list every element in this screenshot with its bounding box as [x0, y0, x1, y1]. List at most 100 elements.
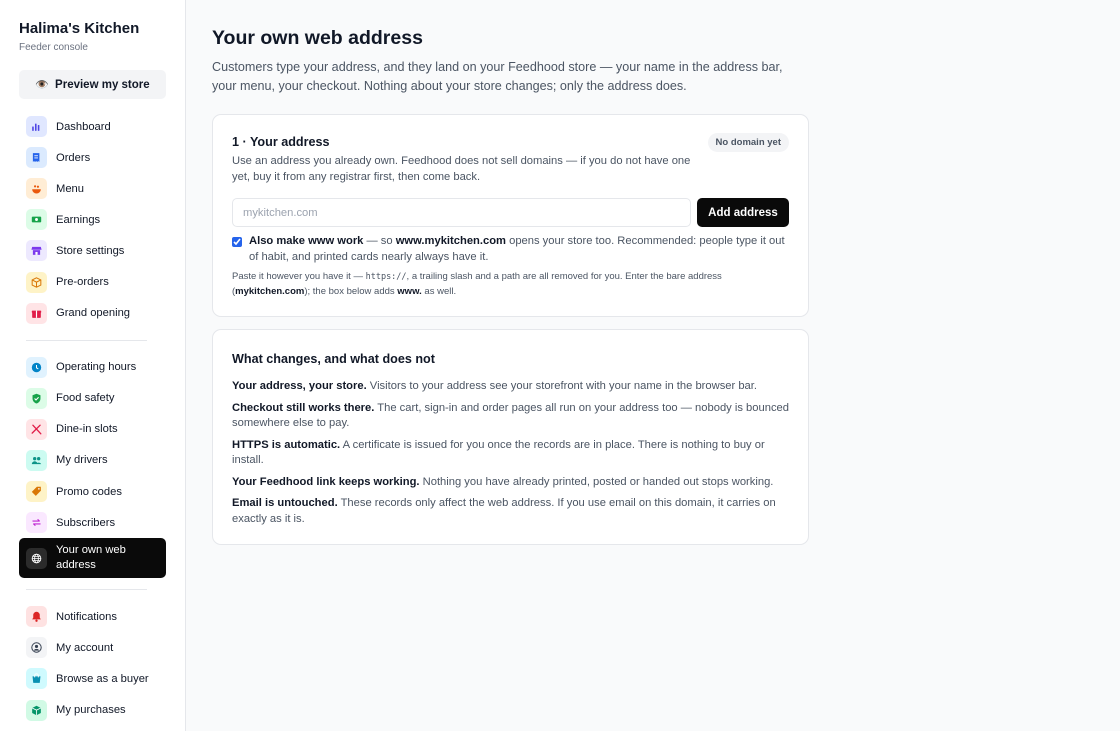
sidebar-item-grand-opening[interactable]: Grand opening: [19, 298, 166, 329]
fact-item: Checkout still works there. The cart, si…: [232, 401, 789, 432]
address-input-row: Add address: [232, 198, 789, 227]
sidebar-item-label: Subscribers: [56, 516, 116, 529]
sidebar-item-label: Food safety: [56, 392, 115, 405]
sidebar-item-label: Promo codes: [56, 485, 122, 498]
sidebar-item-notifications[interactable]: Notifications: [19, 601, 166, 632]
nav-divider: [26, 589, 147, 591]
fact-item: Email is untouched. These records only a…: [232, 496, 789, 527]
fact-item: Your address, your store. Visitors to yo…: [232, 379, 789, 395]
sidebar-item-food-safety[interactable]: Food safety: [19, 383, 166, 414]
store-icon: [26, 240, 47, 262]
bar-chart-icon: [26, 116, 47, 138]
sidebar: Halima's Kitchen Feeder console 👁️ Previ…: [0, 0, 186, 731]
package-icon: [26, 699, 47, 721]
status-badge: No domain yet: [707, 133, 789, 152]
sidebar-item-promo-codes[interactable]: Promo codes: [19, 476, 166, 507]
help-www: www.: [397, 285, 422, 297]
sidebar-item-label: My purchases: [56, 704, 126, 717]
people-icon: [26, 449, 47, 471]
nav-group: Dashboard Orders Menu Earnings Store setting…: [19, 111, 166, 329]
sidebar-item-my-drivers[interactable]: My drivers: [19, 445, 166, 476]
shopping-bag-icon: [26, 668, 47, 690]
globe-icon: [26, 547, 47, 569]
fact-title: HTTPS is automatic.: [232, 438, 341, 451]
sidebar-item-store-settings[interactable]: Store settings: [19, 235, 166, 266]
sidebar-item-label: Menu: [56, 182, 84, 195]
sidebar-item-operating-hours[interactable]: Operating hours: [19, 352, 166, 383]
sidebar-item-label: Browse as a buyer: [56, 672, 149, 685]
changes-card: What changes, and what does not Your add…: [212, 329, 809, 545]
www-option: Also make www work — so www.mykitchen.co…: [232, 234, 789, 265]
nav-group: Notifications My account Browse as a buyer…: [19, 601, 166, 725]
sidebar-item-label: Pre-orders: [56, 276, 109, 289]
gift-icon: [26, 302, 47, 324]
tag-icon: [26, 481, 47, 503]
fact-title: Your Feedhood link keeps working.: [232, 475, 420, 488]
sidebar-nav: Dashboard Orders Menu Earnings Store setting…: [19, 111, 166, 726]
address-card-title: 1 · Your address: [232, 135, 330, 149]
food-icon: [26, 178, 47, 200]
help-example-domain: mykitchen.com: [235, 285, 305, 297]
www-option-title: Also make www work: [249, 235, 364, 247]
main-content: Your own web address Customers type your…: [212, 26, 809, 545]
receipt-icon: [26, 147, 47, 169]
sidebar-item-label: My drivers: [56, 454, 108, 467]
www-option-label: Also make www work — so www.mykitchen.co…: [249, 234, 789, 265]
sidebar-item-my-purchases[interactable]: My purchases: [19, 695, 166, 726]
sidebar-item-orders[interactable]: Orders: [19, 142, 166, 173]
user-circle-icon: [26, 637, 47, 659]
fact-text: Nothing you have already printed, posted…: [419, 475, 774, 488]
help-code: https://: [365, 272, 407, 282]
sidebar-item-label: Notifications: [56, 610, 117, 623]
www-checkbox[interactable]: [232, 237, 242, 247]
sidebar-item-browse-as-a-buyer[interactable]: Browse as a buyer: [19, 663, 166, 694]
add-address-button[interactable]: Add address: [697, 198, 789, 227]
nav-divider: [26, 339, 147, 341]
sidebar-item-label: My account: [56, 641, 114, 654]
sidebar-item-your-own-web-address[interactable]: Your own web address: [19, 538, 166, 579]
eye-icon: 👁️: [35, 79, 50, 91]
domain-input[interactable]: [232, 198, 691, 227]
sidebar-item-dashboard[interactable]: Dashboard: [19, 111, 166, 142]
sidebar-item-label: Your own web address: [56, 544, 126, 572]
sidebar-item-label: Dine-in slots: [56, 423, 118, 436]
sidebar-item-earnings[interactable]: Earnings: [19, 204, 166, 235]
fact-text: Visitors to your address see your storef…: [366, 380, 757, 392]
www-domain: www.mykitchen.com: [395, 235, 506, 247]
nav-group: Operating hours Food safety Dine-in slots M…: [19, 352, 166, 579]
sidebar-item-label: Dashboard: [56, 120, 111, 133]
bell-icon: [26, 606, 47, 628]
facts-list: Your address, your store. Visitors to yo…: [232, 379, 789, 527]
sidebar-item-label: Store settings: [56, 244, 125, 257]
changes-card-title: What changes, and what does not: [232, 352, 435, 366]
fact-item: Your Feedhood link keeps working. Nothin…: [232, 475, 789, 491]
sidebar-item-dine-in-slots[interactable]: Dine-in slots: [19, 414, 166, 445]
page-description: Customers type your address, and they la…: [212, 60, 783, 93]
clock-icon: [26, 356, 47, 378]
www-option-text: — so: [363, 235, 396, 247]
fact-title: Your address, your store.: [232, 380, 367, 392]
utensils-icon: [26, 418, 47, 440]
fact-title: Checkout still works there.: [232, 401, 375, 414]
store-name: Halima's Kitchen: [19, 20, 140, 37]
sidebar-item-label: Earnings: [56, 213, 101, 226]
sidebar-item-label: Grand opening: [56, 307, 131, 320]
sidebar-item-my-account[interactable]: My account: [19, 632, 166, 663]
sidebar-item-menu[interactable]: Menu: [19, 173, 166, 204]
fact-title: Email is untouched.: [232, 497, 338, 509]
help-text: ); the box below adds: [304, 285, 398, 297]
repeat-icon: [26, 512, 47, 534]
sidebar-item-label: Operating hours: [56, 361, 137, 374]
address-card: 1 · Your address No domain yet Use an ad…: [212, 114, 809, 317]
preview-store-label: Preview my store: [55, 78, 150, 91]
sidebar-item-pre-orders[interactable]: Pre-orders: [19, 266, 166, 297]
input-help-text: Paste it however you have it — https://,…: [232, 270, 789, 298]
address-card-description: Use an address you already own. Feedhood…: [232, 155, 691, 183]
page-title: Your own web address: [212, 27, 423, 49]
help-text: as well.: [421, 285, 457, 297]
preview-store-button[interactable]: 👁️ Preview my store: [19, 70, 166, 99]
sidebar-item-subscribers[interactable]: Subscribers: [19, 507, 166, 538]
shield-check-icon: [26, 387, 47, 409]
banknote-icon: [26, 209, 47, 231]
sidebar-item-label: Orders: [56, 151, 91, 164]
